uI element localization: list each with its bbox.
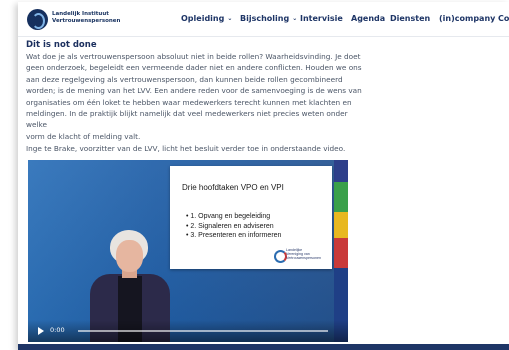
lvv-logo-text: Landelijke Vereniging van Vertrouwensper… bbox=[286, 248, 328, 261]
slide-list-item: • 3. Presenteren en informeren bbox=[186, 232, 282, 239]
video-intro-text: Inge te Brake, voorzitter van de LVV, li… bbox=[26, 144, 346, 153]
nav-agenda-label: Agenda bbox=[351, 14, 386, 23]
nav-incompany[interactable]: (in)company bbox=[439, 14, 495, 23]
lvv-logo: Landelijke Vereniging van Vertrouwensper… bbox=[274, 248, 328, 266]
video-player[interactable]: Drie hoofdtaken VPO en VPI • 1. Opvang e… bbox=[28, 160, 348, 342]
article-body: Dit is not done Wat doe je als vertrouwe… bbox=[26, 40, 366, 142]
nav-contact-label: Co bbox=[498, 14, 509, 23]
nav-bijscholing-label: Bijscholing bbox=[240, 14, 290, 23]
nav-intervisie[interactable]: Intervisie bbox=[300, 14, 343, 23]
nav-agenda[interactable]: Agenda bbox=[351, 14, 385, 23]
presentation-slide: Drie hoofdtaken VPO en VPI • 1. Opvang e… bbox=[170, 166, 332, 269]
video-controls: 0:00 bbox=[28, 320, 348, 342]
browser-viewport: Landelijk Instituut Vertrouwenspersonen … bbox=[18, 2, 509, 350]
nav-diensten[interactable]: Diensten bbox=[390, 14, 430, 23]
site-header: Landelijk Instituut Vertrouwenspersonen … bbox=[18, 2, 509, 37]
article-paragraph: Wat doe je als vertrouwenspersoon absolu… bbox=[26, 51, 366, 142]
paragraph-line: Wat doe je als vertrouwenspersoon absolu… bbox=[26, 52, 361, 61]
nav-intervisie-label: Intervisie bbox=[300, 14, 343, 23]
video-progress-bar[interactable] bbox=[78, 330, 328, 332]
logo-line-2: Vertrouwenspersonen bbox=[52, 18, 121, 24]
lvv-logo-line: Vertrouwenspersonen bbox=[286, 256, 321, 261]
paragraph-line: geen onderzoek, begeleidt een vermeende … bbox=[26, 63, 362, 73]
nav-bijscholing[interactable]: Bijscholing ⌄ bbox=[240, 14, 297, 23]
logo-text[interactable]: Landelijk Instituut Vertrouwenspersonen bbox=[52, 11, 122, 25]
slide-title: Drie hoofdtaken VPO en VPI bbox=[182, 183, 284, 192]
slide-list-item: • 1. Opvang en begeleiding bbox=[186, 213, 271, 220]
section-heading: Dit is not done bbox=[26, 40, 97, 50]
video-time: 0:00 bbox=[50, 326, 65, 334]
paragraph-line: organisaties om één loket te hebben waar… bbox=[26, 97, 352, 107]
paragraph-line: worden; is de mening van het LVV. Een an… bbox=[26, 86, 362, 96]
logo-line-1: Landelijk Instituut bbox=[52, 11, 109, 17]
slide-list-item: • 2. Signaleren en adviseren bbox=[186, 222, 274, 230]
nav-incompany-label: (in)company bbox=[439, 14, 496, 23]
logo-icon[interactable] bbox=[27, 9, 48, 30]
chevron-down-icon: ⌄ bbox=[227, 15, 233, 22]
paragraph-line: meldingen. In de praktijk blijkt namelij… bbox=[26, 109, 348, 130]
play-icon[interactable] bbox=[38, 327, 44, 335]
paragraph-line: aan deze regelgeving als vertrouwenspers… bbox=[26, 74, 343, 84]
chevron-down-icon: ⌄ bbox=[292, 15, 298, 22]
footer-bar bbox=[18, 344, 509, 350]
nav-diensten-label: Diensten bbox=[390, 14, 431, 23]
color-stripe-decoration bbox=[334, 160, 348, 342]
slide-list: • 1. Opvang en begeleiding • 2. Signaler… bbox=[186, 212, 281, 241]
nav-opleiding[interactable]: Opleiding ⌄ bbox=[181, 14, 232, 23]
speaker-face bbox=[116, 240, 143, 272]
nav-contact[interactable]: Co bbox=[498, 14, 509, 23]
paragraph-line: vorm de klacht of melding valt. bbox=[26, 131, 141, 141]
nav-opleiding-label: Opleiding bbox=[181, 14, 225, 23]
